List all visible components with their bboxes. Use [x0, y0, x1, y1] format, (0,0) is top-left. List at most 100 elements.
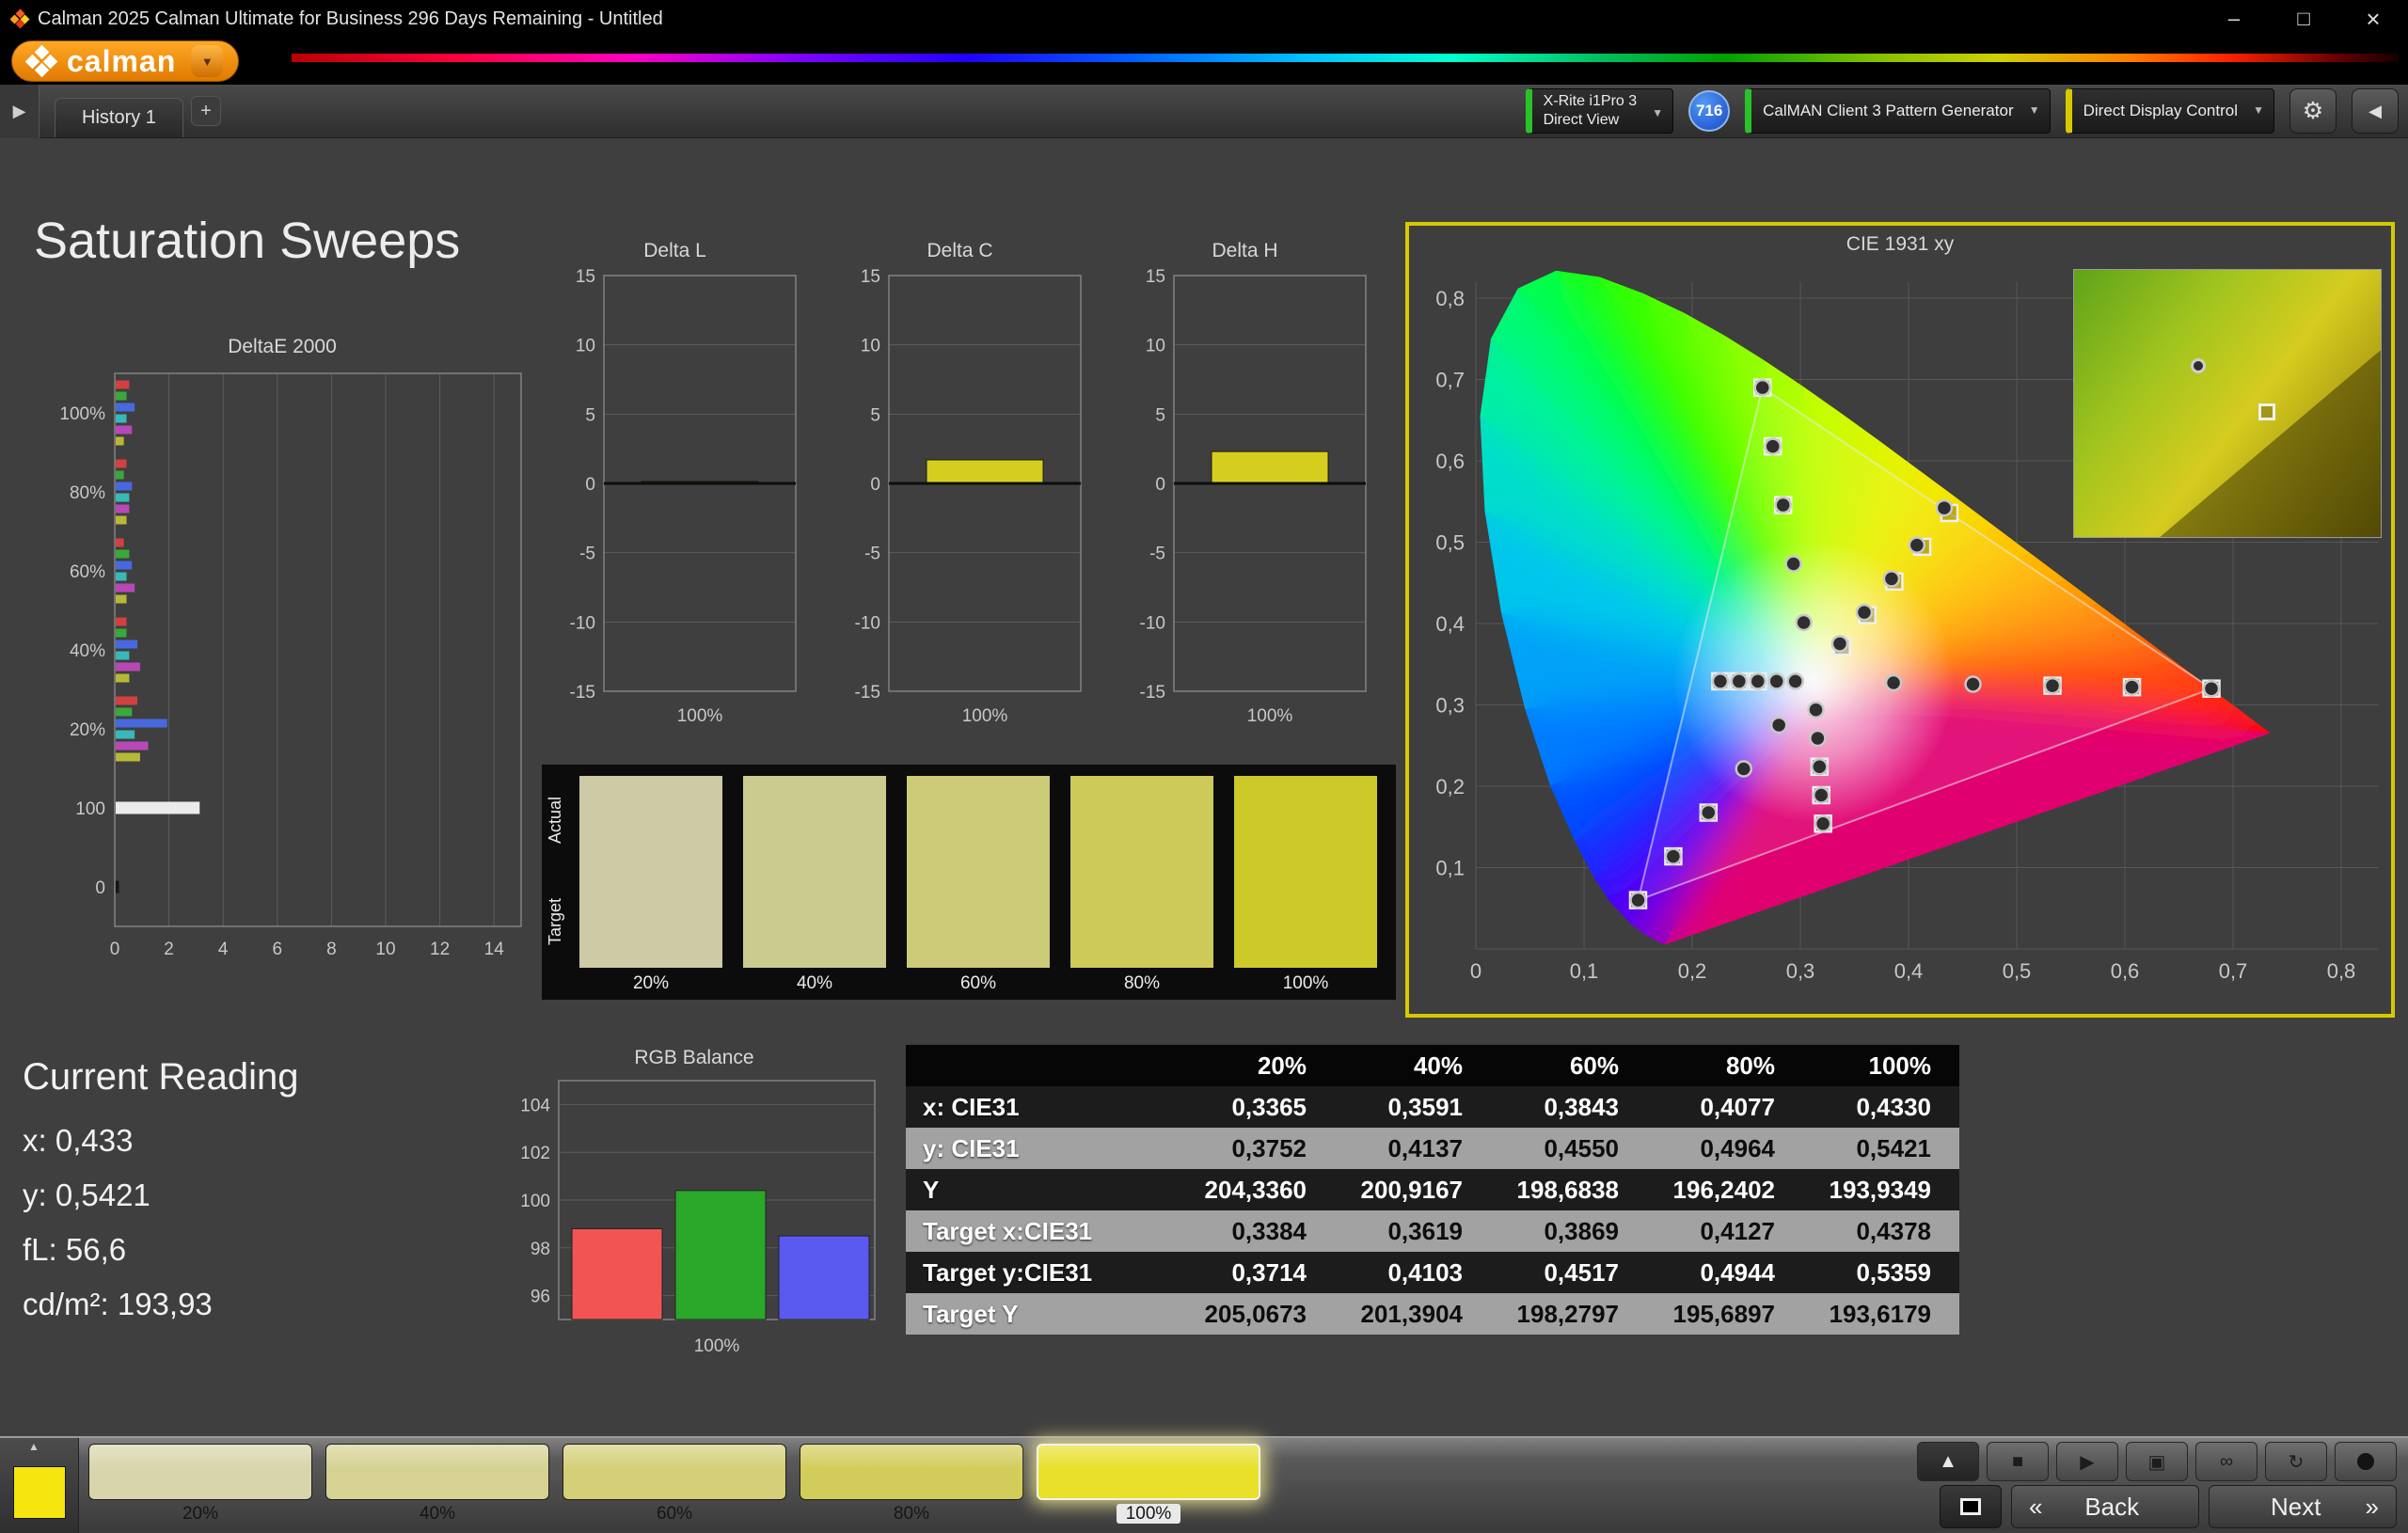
chevron-down-icon: ▼ — [1652, 106, 1663, 119]
delta-c-chart-panel: Delta C 151050-5-10-15100% — [831, 236, 1089, 753]
patch-level-item: 80% — [800, 1444, 1023, 1525]
settings-button[interactable]: ⚙ — [2289, 88, 2337, 134]
table-row-label: Y — [906, 1169, 1179, 1210]
table-cell: 0,3843 — [1491, 1086, 1647, 1128]
rgb-balance-chart-title: RGB Balance — [497, 1043, 892, 1073]
maximize-button[interactable]: □ — [2269, 0, 2338, 38]
cie-chart-title: CIE 1931 xy — [1409, 229, 2391, 260]
patch-level-button-40%[interactable] — [325, 1444, 549, 1500]
reading-cdm2: cd/m²: 193,93 — [23, 1287, 299, 1322]
raise-panel-button[interactable]: ▲ — [1917, 1442, 1979, 1481]
patch-level-label: 60% — [562, 1504, 786, 1525]
table-cell: 0,4944 — [1647, 1252, 1803, 1293]
close-button[interactable]: × — [2338, 0, 2408, 38]
deltae2000-chart-panel: DeltaE 2000 02468101214100%80%60%40%20%1… — [34, 332, 531, 1002]
svg-text:0: 0 — [1470, 959, 1481, 983]
display-mode-button[interactable] — [1940, 1485, 2002, 1528]
table-row: Y204,3360200,9167198,6838196,2402193,934… — [906, 1169, 1959, 1210]
table-cell: 0,4550 — [1491, 1128, 1647, 1169]
table-cell: 0,4517 — [1491, 1252, 1647, 1293]
svg-text:10: 10 — [1146, 337, 1165, 356]
swatch-label: 80% — [1070, 973, 1213, 994]
add-tab-button[interactable]: + — [191, 96, 221, 126]
svg-text:-15: -15 — [1140, 683, 1165, 703]
svg-text:0,7: 0,7 — [1435, 369, 1465, 392]
refresh-icon: ↻ — [2289, 1450, 2305, 1474]
svg-text:10: 10 — [861, 337, 880, 356]
next-button[interactable]: Next » — [2209, 1485, 2397, 1528]
cie-1931-panel: CIE 1931 xy 00,10,10,20,20,30,30,40,40,5… — [1405, 222, 2395, 1018]
chevron-up-icon[interactable]: ▲ — [28, 1440, 40, 1453]
table-cell: 200,9167 — [1335, 1169, 1491, 1210]
next-label: Next — [2271, 1493, 2321, 1522]
patch-level-label: 20% — [88, 1504, 312, 1525]
table-cell: 205,0673 — [1179, 1293, 1335, 1335]
table-cell: 0,3869 — [1491, 1210, 1647, 1252]
expander-icon: ▶ — [13, 102, 26, 121]
meter-select[interactable]: X-Rite i1Pro 3 Direct View ▼ — [1526, 88, 1674, 134]
table-cell: 0,3619 — [1335, 1210, 1491, 1252]
svg-text:10: 10 — [375, 940, 395, 959]
calman-menu-button[interactable]: calman ▼ — [11, 40, 239, 82]
patch-level-button-60%[interactable] — [562, 1444, 786, 1500]
stop-button[interactable]: ■ — [1987, 1442, 2049, 1481]
current-patch-swatch — [13, 1466, 66, 1519]
link-icon: ∞ — [2220, 1451, 2233, 1473]
patch-level-item: 40% — [325, 1444, 549, 1525]
actual-label: Actual — [546, 764, 566, 877]
collapse-panel-button[interactable]: ◀ — [2352, 88, 2399, 134]
meter-name: X-Rite i1Pro 3 — [1544, 92, 1638, 111]
svg-text:0,2: 0,2 — [1678, 959, 1707, 983]
chevron-down-icon: ▼ — [2253, 103, 2264, 117]
link-button[interactable]: ∞ — [2195, 1442, 2258, 1481]
svg-text:0,1: 0,1 — [1570, 959, 1599, 983]
app-icon — [11, 10, 28, 27]
patch-level-button-20%[interactable] — [88, 1444, 312, 1500]
table-cell: 0,3752 — [1179, 1128, 1335, 1169]
refresh-button[interactable]: ↻ — [2265, 1442, 2327, 1481]
table-cell: 0,5359 — [1803, 1252, 1959, 1293]
rgb-balance-chart: 9698100102104100% — [497, 1073, 892, 1360]
svg-text:0: 0 — [870, 475, 880, 495]
delta-h-chart: 151050-5-10-15100% — [1116, 266, 1374, 751]
svg-text:100%: 100% — [962, 706, 1008, 726]
swatch-color-60% — [907, 776, 1050, 968]
patch-level-button-100%[interactable] — [1037, 1444, 1260, 1500]
swatch-label: 60% — [907, 973, 1050, 994]
pattern-generator-select[interactable]: CalMAN Client 3 Pattern Generator ▼ — [1745, 88, 2050, 134]
record-icon — [2357, 1453, 2374, 1470]
svg-text:-15: -15 — [570, 683, 595, 703]
table-cell: 193,9349 — [1803, 1169, 1959, 1210]
table-row-label: x: CIE31 — [906, 1086, 1179, 1128]
chevron-left-icon: ◀ — [2368, 102, 2382, 121]
svg-text:0,2: 0,2 — [1435, 775, 1465, 798]
minimize-button[interactable]: – — [2199, 0, 2269, 38]
table-cell: 195,6897 — [1647, 1293, 1803, 1335]
patch-level-button-80%[interactable] — [800, 1444, 1023, 1500]
svg-text:96: 96 — [531, 1288, 550, 1307]
table-cell: 0,4964 — [1647, 1128, 1803, 1169]
reading-x: x: 0,433 — [23, 1123, 299, 1159]
table-cell: 0,4127 — [1647, 1210, 1803, 1252]
actual-target-swatch-strip: Actual Target 20%40%60%80%100% — [542, 765, 1396, 1000]
svg-text:100: 100 — [520, 1192, 550, 1211]
swatch-label: 100% — [1234, 973, 1377, 994]
svg-text:14: 14 — [484, 940, 505, 959]
panel-expander-button[interactable]: ▶ — [0, 85, 40, 138]
play-button[interactable]: ▶ — [2056, 1442, 2118, 1481]
record-button[interactable] — [2335, 1442, 2397, 1481]
measured-point-icon — [2191, 358, 2206, 373]
svg-text:-5: -5 — [579, 545, 595, 564]
table-row-label: Target y:CIE31 — [906, 1252, 1179, 1293]
swatch-color-100% — [1234, 776, 1377, 968]
title-bar: Calman 2025 Calman Ultimate for Business… — [0, 0, 2408, 38]
swatch-color-20% — [579, 776, 722, 968]
save-button[interactable]: ▣ — [2126, 1442, 2188, 1481]
tab-history-1[interactable]: History 1 — [55, 98, 183, 137]
display-control-select[interactable]: Direct Display Control ▼ — [2066, 88, 2274, 134]
delta-l-chart: 151050-5-10-15100% — [546, 266, 804, 751]
svg-text:98: 98 — [531, 1240, 550, 1259]
logo-dropdown-button[interactable]: ▼ — [191, 45, 223, 77]
patch-level-label: 40% — [325, 1504, 549, 1525]
back-button[interactable]: « Back — [2011, 1485, 2199, 1528]
